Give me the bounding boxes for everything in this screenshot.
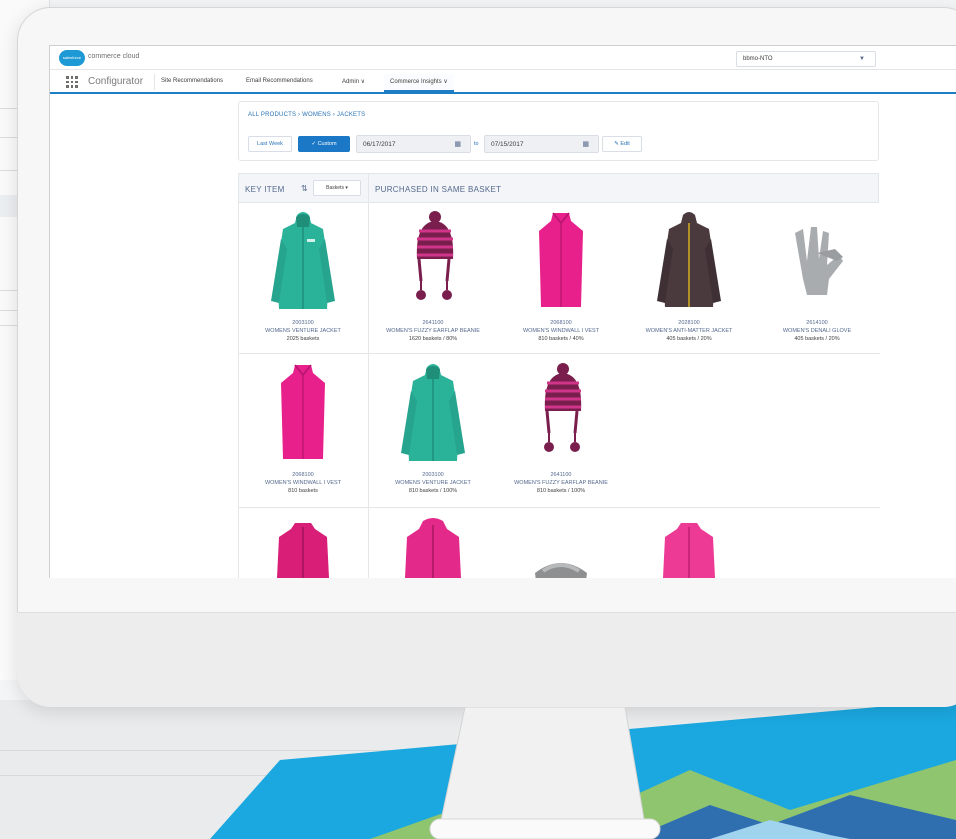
site-select-value: bbmo-NTO (743, 56, 773, 62)
key-item-cell[interactable]: 2003100 WOMENS VENTURE JACKET 2025 baske… (239, 203, 367, 353)
site-select[interactable]: bbmo-NTO ▼ (736, 51, 876, 67)
date-to-input[interactable]: 07/15/2017 ▦ (484, 135, 599, 153)
tab-email-recommendations[interactable]: Email Recommendations (246, 78, 313, 84)
monitor-stand (429, 707, 661, 839)
tab-admin[interactable]: Admin ∨ (342, 78, 365, 85)
filter-card: ALL PRODUCTS › WOMENS › JACKETS Last Wee… (238, 101, 879, 161)
basket-table: 2003100 WOMENS VENTURE JACKET 2025 baske… (238, 203, 881, 578)
product-name: WOMEN'S DENALI GLOVE (782, 328, 852, 334)
edit-button[interactable]: ✎ Edit (602, 136, 642, 152)
purchased-in-same-basket-header: PURCHASED IN SAME BASKET (375, 185, 502, 194)
basket-count: 2025 baskets (286, 336, 320, 342)
related-item-cell[interactable]: 2641100 WOMEN'S FUZZY EARFLAP BEANIE 162… (369, 203, 497, 353)
basket-share: 810 baskets / 40% (538, 336, 584, 342)
basket-share: 1620 baskets / 80% (408, 336, 458, 342)
related-item-cell[interactable]: 2614100 WOMEN'S DENALI GLOVE 405 baskets… (753, 203, 881, 353)
product-name: WOMENS VENTURE JACKET (265, 328, 341, 334)
product-name: WOMEN'S FUZZY EARFLAP BEANIE (386, 328, 480, 334)
product-image (416, 211, 454, 300)
product-image (657, 212, 721, 307)
product-image (539, 212, 583, 307)
basket-share: 405 baskets / 20% (794, 336, 840, 342)
basket-share: 405 baskets / 20% (666, 336, 712, 342)
product-image (663, 523, 715, 578)
product-id: 2614100 (806, 320, 828, 326)
calendar-icon[interactable]: ▦ (582, 140, 589, 148)
product-image (277, 523, 329, 578)
key-item-cell[interactable]: 2068100 WOMEN'S WINDWALL I VEST 810 bask… (239, 355, 367, 505)
custom-button[interactable]: ✓ Custom (298, 136, 350, 152)
related-item-cell[interactable]: 2028100 WOMEN'S ANTI-MATTER JACKET 405 b… (625, 203, 753, 353)
product-name: WOMENS VENTURE JACKET (395, 480, 471, 486)
basket-share: 810 baskets / 100% (408, 488, 458, 494)
product-id: 2003100 (292, 320, 314, 326)
product-name: WOMEN'S WINDWALL I VEST (264, 480, 342, 486)
related-item-cell[interactable]: 2003100 WOMENS VENTURE JACKET 810 basket… (369, 355, 497, 505)
basket-count: 810 baskets (288, 488, 318, 494)
last-week-button[interactable]: Last Week (248, 136, 292, 152)
app-nav: Configurator Site Recommendations Email … (50, 70, 956, 94)
app-screen: salesforce commerce cloud bbmo-NTO ▼ Con… (49, 45, 956, 578)
date-to-value: 07/15/2017 (491, 141, 524, 148)
product-image (544, 363, 582, 452)
tab-commerce-insights[interactable]: Commerce Insights ∨ (384, 74, 454, 92)
app-name: Configurator (88, 76, 144, 87)
product-name: WOMEN'S ANTI-MATTER JACKET (645, 328, 733, 334)
sort-icon[interactable]: ⇅ (301, 184, 308, 193)
salesforce-logo: salesforce (59, 50, 85, 66)
basket-table-header: KEY ITEM ⇅ Baskets ▾ PURCHASED IN SAME B… (238, 173, 879, 204)
product-name: WOMEN'S FUZZY EARFLAP BEANIE (514, 480, 608, 486)
product-image (795, 227, 843, 295)
breadcrumb[interactable]: ALL PRODUCTS › WOMENS › JACKETS (248, 112, 365, 118)
caret-down-icon: ▼ (859, 56, 865, 62)
product-id: 2068100 (292, 472, 314, 478)
related-item-cell[interactable] (369, 509, 497, 578)
sort-by-select[interactable]: Baskets ▾ (313, 180, 361, 196)
key-item-header: KEY ITEM (245, 185, 285, 194)
date-from-value: 06/17/2017 (363, 141, 396, 148)
product-image (401, 364, 465, 461)
related-item-cell[interactable] (625, 509, 753, 578)
related-item-cell[interactable]: 2641100 WOMEN'S FUZZY EARFLAP BEANIE 810… (497, 355, 625, 505)
pencil-icon: ✎ (614, 141, 619, 147)
brand-name: commerce cloud (88, 53, 140, 60)
product-id: 2028100 (678, 320, 700, 326)
related-item-cell[interactable]: 2068100 WOMEN'S WINDWALL I VEST 810 bask… (497, 203, 625, 353)
date-range-to-label: to (474, 141, 479, 147)
related-item-cell[interactable] (497, 509, 625, 578)
tab-site-recommendations[interactable]: Site Recommendations (161, 78, 223, 84)
basket-share: 810 baskets / 100% (536, 488, 586, 494)
global-header: salesforce commerce cloud bbmo-NTO ▼ (50, 46, 956, 70)
monitor-chin (17, 612, 956, 707)
edit-label: Edit (620, 141, 630, 147)
product-image (405, 518, 461, 578)
product-id: 2003100 (422, 472, 444, 478)
product-image (535, 563, 587, 578)
date-from-input[interactable]: 06/17/2017 ▦ (356, 135, 471, 153)
app-launcher-icon[interactable] (66, 76, 78, 88)
key-item-cell[interactable] (239, 509, 367, 578)
product-image (271, 212, 335, 309)
product-image (281, 364, 325, 459)
product-id: 2641100 (422, 320, 444, 326)
product-id: 2068100 (550, 320, 572, 326)
commerce-insights-content: ALL PRODUCTS › WOMENS › JACKETS Last Wee… (238, 101, 881, 578)
product-name: WOMEN'S WINDWALL I VEST (522, 328, 600, 334)
product-id: 2641100 (550, 472, 572, 478)
calendar-icon[interactable]: ▦ (454, 140, 461, 148)
